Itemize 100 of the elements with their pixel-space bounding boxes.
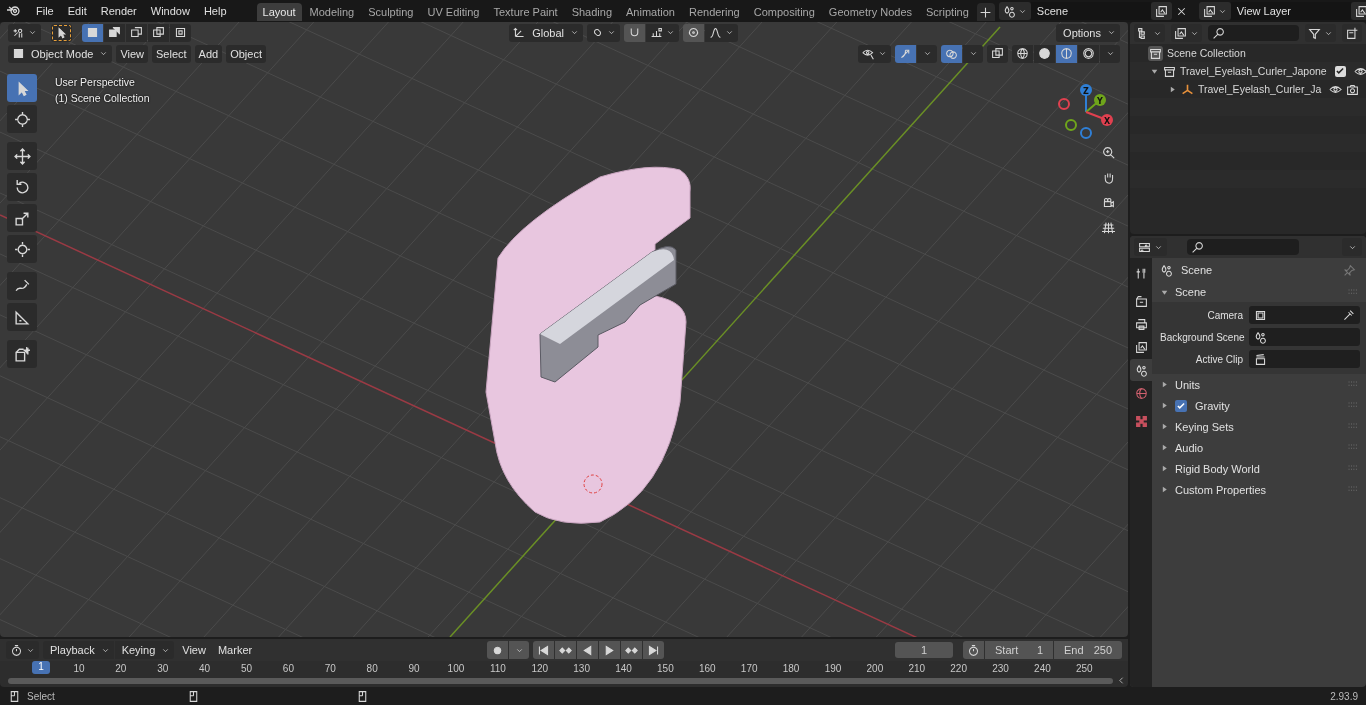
menu-item[interactable]: Render — [94, 3, 143, 19]
menu-dropdown[interactable]: Keying — [114, 641, 175, 659]
view-layer-selector-button[interactable] — [1198, 2, 1231, 20]
select-mode-button[interactable] — [104, 23, 125, 42]
section-header[interactable]: Units — [1175, 378, 1201, 391]
menu-button[interactable]: Add — [194, 44, 223, 63]
tree-item-label[interactable]: Travel_Eyelash_Curler_Japone — [1180, 65, 1327, 77]
new-collection-button[interactable] — [1342, 24, 1362, 42]
workspace-tab[interactable]: Animation — [620, 3, 681, 21]
workspace-tab[interactable]: Rendering — [682, 3, 746, 21]
playback-button[interactable] — [621, 641, 643, 659]
menu-button[interactable]: Object — [226, 44, 266, 63]
workspace-tab[interactable]: Geometry Nodes — [822, 3, 918, 21]
tree-item-label[interactable]: Scene Collection — [1167, 47, 1246, 59]
section-header[interactable]: Custom Properties — [1175, 483, 1267, 496]
timeline-scrollbar[interactable] — [8, 677, 1113, 684]
proportional-editing-toggle[interactable] — [682, 23, 704, 42]
section-header[interactable]: Rigid Body World — [1175, 462, 1260, 475]
display-mode-dropdown[interactable] — [1170, 24, 1202, 42]
checkbox[interactable] — [1175, 399, 1187, 412]
menu-item[interactable]: Edit — [61, 3, 93, 19]
falloff-dropdown[interactable] — [704, 23, 738, 42]
shading-mode-button[interactable] — [1034, 44, 1055, 63]
tool-button[interactable] — [7, 340, 37, 368]
section-header[interactable]: Audio — [1175, 441, 1204, 454]
properties-tab[interactable] — [1130, 359, 1152, 381]
preview-range-button[interactable] — [963, 641, 984, 659]
editor-type-button[interactable] — [8, 23, 41, 42]
playback-button[interactable] — [577, 641, 599, 659]
section-header[interactable]: Gravity — [1195, 399, 1230, 412]
select-tool-button[interactable] — [51, 23, 72, 42]
gizmo-toggle[interactable] — [895, 44, 916, 63]
editor-type-button[interactable] — [6, 641, 39, 659]
menu-dropdown[interactable]: Playback — [43, 641, 114, 659]
add-workspace-button[interactable] — [976, 3, 995, 21]
scene-name-field[interactable]: Scene — [1030, 2, 1151, 20]
workspace-tab[interactable]: Scripting — [920, 3, 975, 21]
menu-button[interactable]: View — [116, 44, 149, 63]
end-frame-field[interactable]: End 250 — [1054, 641, 1122, 659]
tool-button[interactable] — [7, 235, 37, 263]
collapsed-arrow-icon[interactable] — [1160, 443, 1169, 452]
object-picker-field[interactable] — [1249, 306, 1360, 324]
menu-button[interactable]: Marker — [213, 641, 257, 659]
tool-button[interactable] — [7, 303, 37, 331]
collapsed-arrow-icon[interactable] — [1160, 401, 1169, 410]
copy-scene-button[interactable] — [1150, 2, 1172, 20]
select-mode-button[interactable] — [148, 23, 169, 42]
tool-button[interactable] — [7, 173, 37, 201]
editor-type-button[interactable] — [1134, 24, 1165, 42]
scene-selector-button[interactable] — [998, 2, 1031, 20]
options-dropdown[interactable]: Options — [1056, 23, 1120, 42]
workspace-tab[interactable]: Layout — [256, 3, 302, 21]
search-field[interactable] — [1207, 25, 1300, 41]
overlay-toggle[interactable] — [941, 44, 962, 63]
shading-mode-button[interactable] — [1056, 44, 1077, 63]
playback-button[interactable] — [533, 641, 555, 659]
workspace-tab[interactable]: Shading — [565, 3, 619, 21]
workspace-tab[interactable]: UV Editing — [421, 3, 486, 21]
playhead[interactable]: 1 — [32, 661, 50, 674]
editor-type-button[interactable] — [1134, 238, 1167, 256]
menu-item[interactable]: Help — [197, 3, 233, 19]
workspace-tab[interactable]: Sculpting — [362, 3, 420, 21]
view-layer-name-field[interactable]: View Layer — [1230, 2, 1351, 20]
panel-title[interactable]: Scene — [1175, 286, 1207, 298]
menu-item[interactable]: Window — [144, 3, 196, 19]
playback-button[interactable] — [599, 641, 621, 659]
start-frame-field[interactable]: Start 1 — [985, 641, 1053, 659]
snap-toggle[interactable] — [623, 23, 645, 42]
menu-button[interactable]: View — [178, 641, 210, 659]
navigation-gizmo[interactable]: Z Y X — [1056, 78, 1120, 142]
workspace-tab[interactable]: Compositing — [747, 3, 821, 21]
search-field[interactable] — [1187, 239, 1299, 255]
collapsed-arrow-icon[interactable] — [1160, 485, 1169, 494]
tree-item-label[interactable]: Travel_Eyelash_Curler_Ja — [1198, 83, 1322, 95]
menu-button[interactable]: Select — [152, 44, 191, 63]
object-picker-field[interactable] — [1249, 350, 1360, 368]
collapsed-arrow-icon[interactable] — [1160, 422, 1169, 431]
collapsed-arrow-icon[interactable] — [1160, 380, 1169, 389]
playback-button[interactable] — [555, 641, 577, 659]
collapsed-arrow-icon[interactable] — [1168, 84, 1177, 94]
section-header[interactable]: Keying Sets — [1175, 420, 1234, 433]
playback-button[interactable] — [643, 641, 665, 659]
object-picker-field[interactable] — [1249, 328, 1360, 346]
select-mode-button[interactable] — [170, 23, 191, 42]
tool-button[interactable] — [7, 142, 37, 170]
filter-dropdown[interactable] — [1305, 24, 1336, 42]
orientation-dropdown[interactable]: Global — [509, 23, 583, 42]
shading-mode-button[interactable] — [1012, 44, 1033, 63]
checkbox[interactable] — [1334, 65, 1346, 77]
snap-dropdown[interactable] — [645, 23, 679, 42]
workspace-tab[interactable]: Modeling — [303, 3, 361, 21]
workspace-tab[interactable]: Texture Paint — [487, 3, 564, 21]
pivot-dropdown[interactable] — [586, 23, 620, 42]
tool-button[interactable] — [7, 204, 37, 232]
shading-mode-button[interactable] — [1078, 44, 1099, 63]
collapsed-arrow-icon[interactable] — [1160, 464, 1169, 473]
visibility-dropdown[interactable] — [858, 44, 891, 63]
menu-item[interactable]: File — [30, 3, 60, 19]
record-button[interactable] — [487, 641, 509, 659]
select-mode-button[interactable] — [126, 23, 147, 42]
